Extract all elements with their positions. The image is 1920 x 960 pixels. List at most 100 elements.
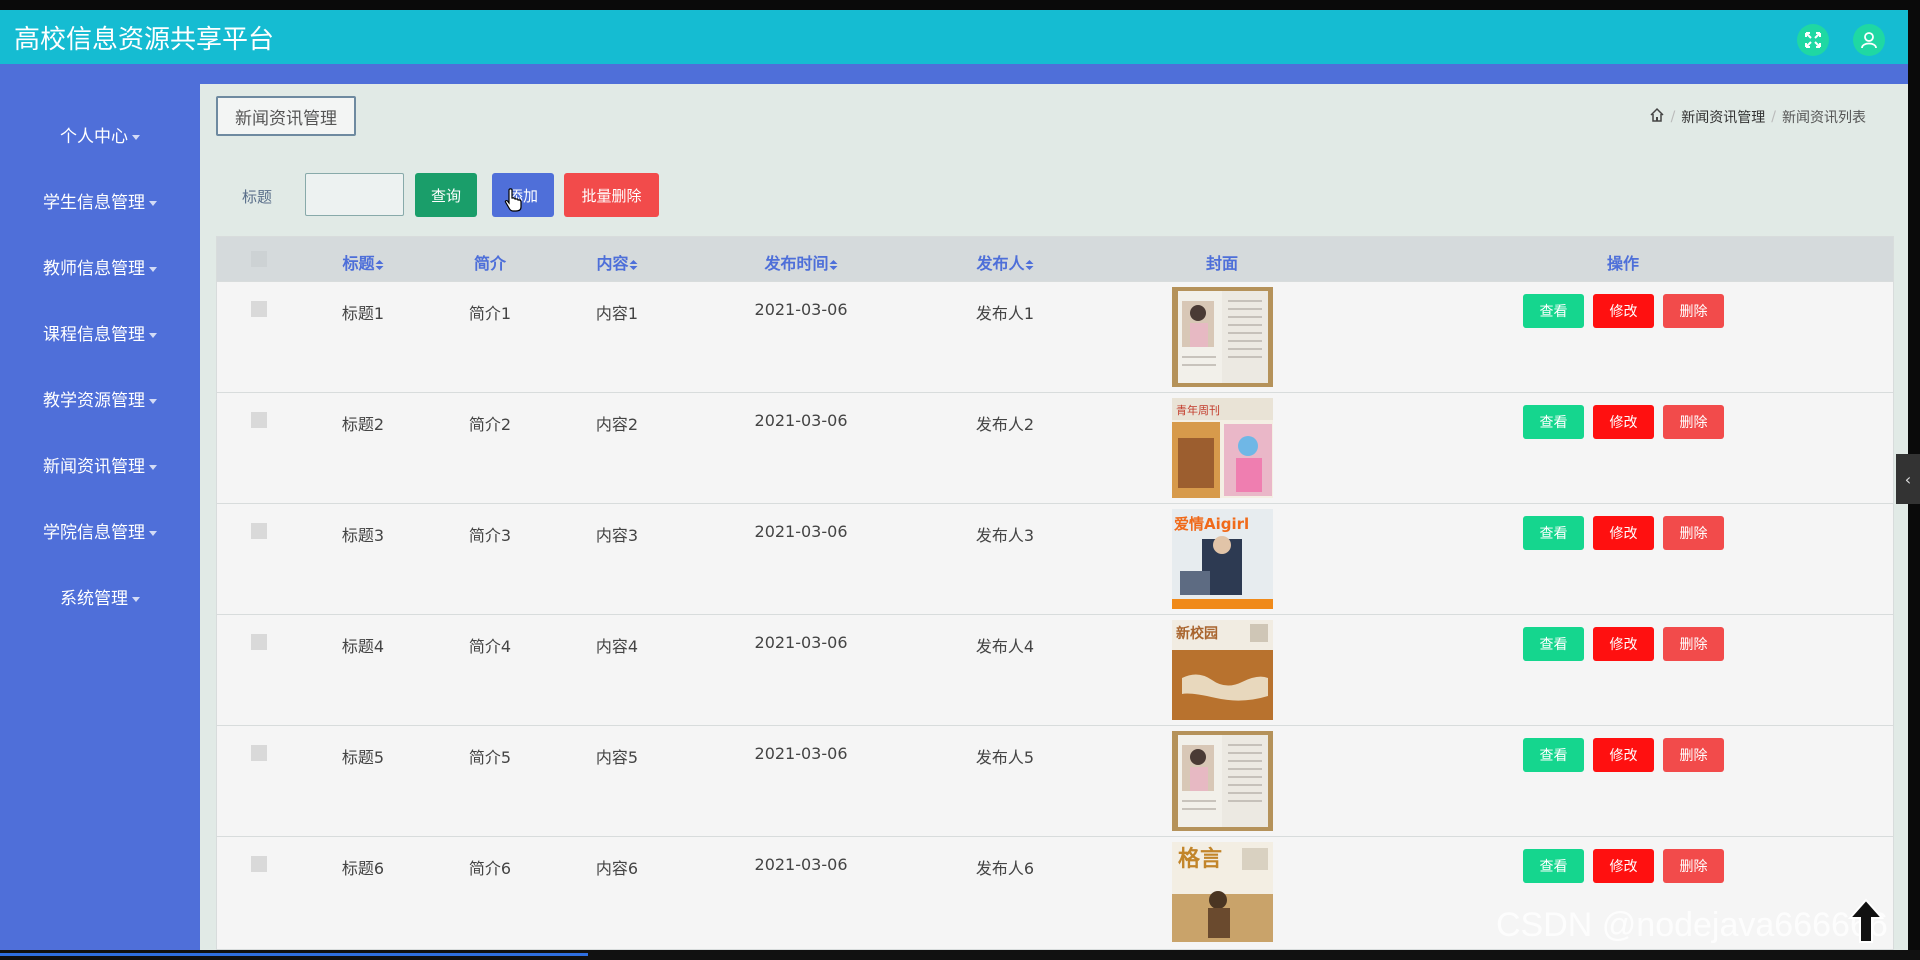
edit-button[interactable]: 修改 [1593,405,1654,439]
cursor-hand-icon [504,188,522,212]
bottom-progress-bar [0,950,1920,960]
add-button[interactable]: 添加 [492,173,554,217]
main-content: 新闻资讯管理 / 新闻资讯管理 / 新闻资讯列表 标题 查询 添加 批量删除 标… [200,84,1908,950]
chevron-down-icon [149,332,157,338]
chevron-down-icon [149,464,157,470]
row-checkbox[interactable] [251,523,267,539]
side-panel-toggle[interactable]: ‹ [1896,454,1920,504]
cell-publisher: 发布人4 [975,637,1035,656]
news-table: 标题 简介 内容 发布时间 发布人 封面 操作 标题1 简介1 内容1 2021… [216,236,1894,950]
cell-intro: 简介5 [468,748,512,767]
cell-content: 内容5 [595,748,639,767]
breadcrumb-separator: / [1771,109,1776,125]
cover-image[interactable]: 爱情Aigirl [1172,509,1273,609]
column-header-actions: 操作 [1606,254,1640,273]
sidebar-item-college[interactable]: 学院信息管理 [0,518,200,543]
svg-text:爱情Aigirl: 爱情Aigirl [1174,515,1249,533]
page-title-tag: 新闻资讯管理 [216,96,356,136]
sidebar-item-teacher[interactable]: 教师信息管理 [0,254,200,279]
row-checkbox[interactable] [251,301,267,317]
cell-title: 标题5 [341,748,385,767]
sidebar-item-student[interactable]: 学生信息管理 [0,188,200,213]
delete-button[interactable]: 删除 [1663,627,1724,661]
row-checkbox[interactable] [251,745,267,761]
cover-image[interactable]: 青年周刊 [1172,398,1273,498]
edit-button[interactable]: 修改 [1593,849,1654,883]
cover-image[interactable]: 新校园 [1172,620,1273,720]
delete-button[interactable]: 删除 [1663,405,1724,439]
column-header-content[interactable]: 内容 [596,250,638,274]
home-icon[interactable] [1649,107,1665,127]
sidebar-item-teaching-resource[interactable]: 教学资源管理 [0,386,200,411]
breadcrumb-current: 新闻资讯列表 [1782,110,1866,126]
top-header: 高校信息资源共享平台 [0,10,1908,64]
cell-publisher: 发布人2 [975,415,1035,434]
user-icon[interactable] [1853,24,1885,56]
sidebar-item-system[interactable]: 系统管理 [0,584,200,609]
chevron-down-icon [149,398,157,404]
column-header-publisher[interactable]: 发布人 [976,250,1034,274]
view-button[interactable]: 查看 [1523,849,1584,883]
chevron-down-icon [132,596,140,602]
sidebar-item-news[interactable]: 新闻资讯管理 [0,452,200,477]
delete-button[interactable]: 删除 [1663,516,1724,550]
cell-title: 标题1 [341,304,385,323]
cell-content: 内容4 [595,637,639,656]
breadcrumb-item[interactable]: 新闻资讯管理 [1681,107,1765,127]
progress-fill [0,953,588,956]
sidebar: 个人中心 学生信息管理 教师信息管理 课程信息管理 教学资源管理 新闻资讯管理 … [0,84,200,950]
cover-image[interactable]: 格言 [1172,842,1273,942]
table-row: 标题2 简介2 内容2 2021-03-06 发布人2 青年周刊 查看 修改 删… [217,392,1893,504]
view-button[interactable]: 查看 [1523,294,1584,328]
table-row: 标题4 简介4 内容4 2021-03-06 发布人4 新校园 查看 修改 删除 [217,614,1893,726]
fullscreen-icon[interactable] [1797,24,1829,56]
query-button[interactable]: 查询 [415,173,477,217]
table-header: 标题 简介 内容 发布时间 发布人 封面 操作 [217,237,1893,281]
chevron-down-icon [149,266,157,272]
sort-icon [1025,259,1034,270]
cell-publisher: 发布人5 [975,748,1035,767]
delete-button[interactable]: 删除 [1663,849,1724,883]
chevron-down-icon [132,134,140,140]
breadcrumb: / 新闻资讯管理 / 新闻资讯列表 [1649,107,1866,127]
row-checkbox[interactable] [251,412,267,428]
column-header-publish-time[interactable]: 发布时间 [764,250,838,274]
row-checkbox[interactable] [251,634,267,650]
select-all-checkbox[interactable] [251,251,267,267]
cell-intro: 简介2 [468,415,512,434]
cell-intro: 简介3 [468,526,512,545]
view-button[interactable]: 查看 [1523,405,1584,439]
delete-button[interactable]: 删除 [1663,738,1724,772]
sidebar-item-course[interactable]: 课程信息管理 [0,320,200,345]
edit-button[interactable]: 修改 [1593,738,1654,772]
search-input[interactable] [305,173,404,216]
sort-icon [829,259,838,270]
svg-text:青年周刊: 青年周刊 [1176,403,1220,417]
header-strip [0,64,1908,84]
edit-button[interactable]: 修改 [1593,516,1654,550]
column-header-title[interactable]: 标题 [342,250,384,274]
cell-title: 标题4 [341,637,385,656]
cover-image[interactable] [1172,287,1273,387]
chevron-down-icon [149,530,157,536]
edit-button[interactable]: 修改 [1593,294,1654,328]
view-button[interactable]: 查看 [1523,738,1584,772]
cell-content: 内容3 [595,526,639,545]
cell-content: 内容1 [595,304,639,323]
table-row: 标题5 简介5 内容5 2021-03-06 发布人5 查看 修改 删除 [217,725,1893,837]
batch-delete-button[interactable]: 批量删除 [564,173,659,217]
app-title: 高校信息资源共享平台 [14,25,275,55]
cover-image[interactable] [1172,731,1273,831]
view-button[interactable]: 查看 [1523,516,1584,550]
sidebar-item-personal-center[interactable]: 个人中心 [0,122,200,147]
table-row: 标题1 简介1 内容1 2021-03-06 发布人1 查看 修改 删除 [217,281,1893,393]
cell-intro: 简介1 [468,304,512,323]
delete-button[interactable]: 删除 [1663,294,1724,328]
svg-text:格言: 格言 [1178,846,1222,872]
cell-publish-time: 2021-03-06 [754,855,848,874]
cell-title: 标题3 [341,526,385,545]
back-to-top-icon[interactable] [1846,898,1886,946]
edit-button[interactable]: 修改 [1593,627,1654,661]
view-button[interactable]: 查看 [1523,627,1584,661]
row-checkbox[interactable] [251,856,267,872]
